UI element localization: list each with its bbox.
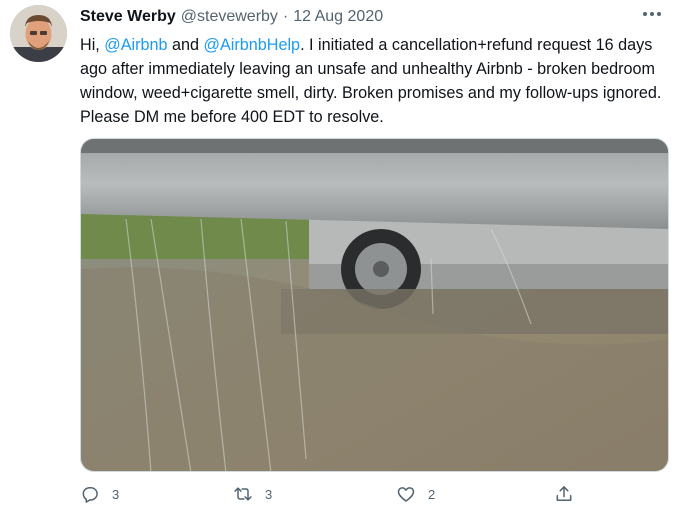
retweet-count: 3 (265, 486, 273, 502)
reply-icon (82, 487, 98, 503)
more-options-button[interactable] (640, 4, 664, 24)
tweet-header: Steve Werby @stevewerby · 12 Aug 2020 (80, 8, 383, 28)
more-icon (643, 12, 661, 16)
author-name[interactable]: Steve Werby (80, 8, 176, 26)
text-prefix: Hi, (80, 36, 105, 54)
photo-image (81, 139, 668, 471)
avatar[interactable] (10, 5, 67, 62)
tweet-photo[interactable] (80, 138, 669, 472)
mention-airbnb[interactable]: @Airbnb (104, 36, 167, 54)
author-handle[interactable]: @stevewerby (181, 8, 278, 26)
reply-count: 3 (112, 486, 120, 502)
separator: · (282, 8, 289, 25)
reply-button[interactable]: 3 (80, 484, 119, 504)
retweet-button[interactable]: 3 (233, 484, 272, 504)
tweet-date[interactable]: 12 Aug 2020 (293, 8, 383, 26)
like-icon (397, 487, 415, 502)
avatar-image (10, 5, 67, 62)
tweet-actions: 3 3 2 (80, 484, 600, 512)
like-count: 2 (428, 486, 436, 502)
tweet-text: Hi, @Airbnb and @AirbnbHelp. I initiated… (80, 33, 672, 129)
retweet-icon (234, 487, 252, 501)
like-button[interactable]: 2 (396, 484, 435, 504)
text-and: and (167, 36, 204, 54)
mention-airbnbhelp[interactable]: @AirbnbHelp (204, 36, 301, 54)
share-icon (556, 486, 572, 501)
share-button[interactable] (554, 484, 574, 504)
